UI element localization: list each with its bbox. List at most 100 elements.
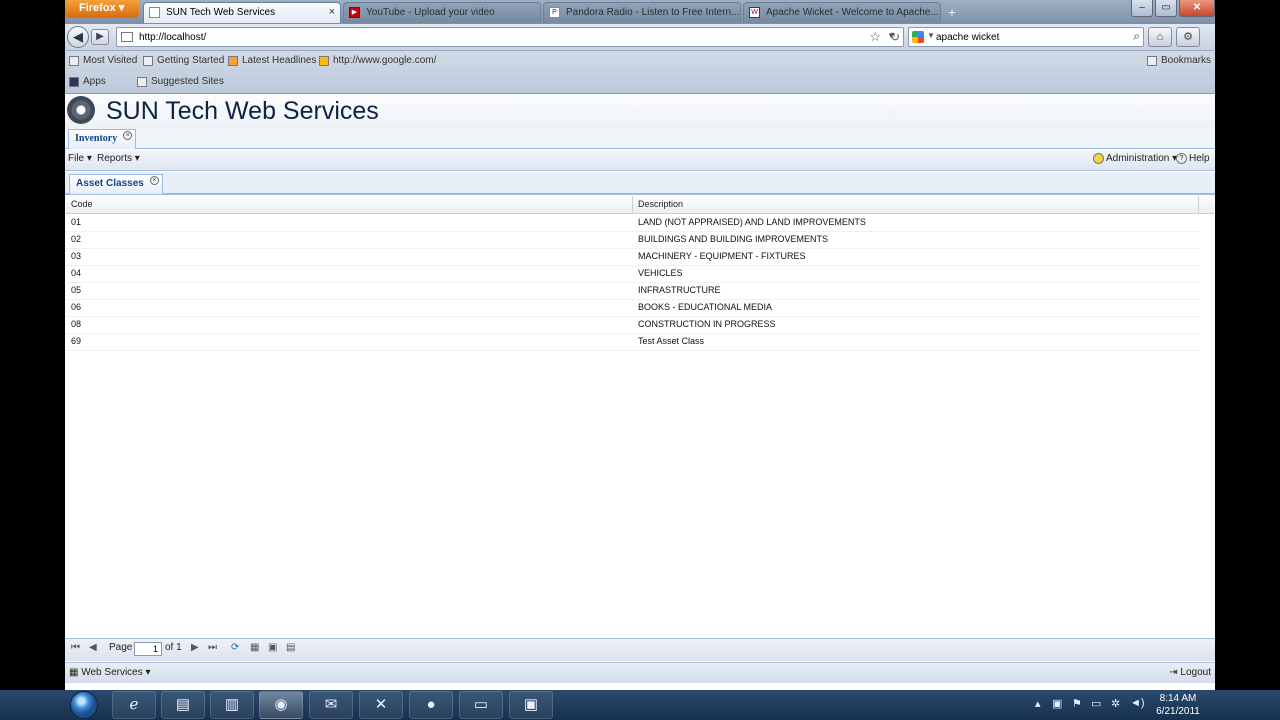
close-window-icon[interactable]: ✕ bbox=[1179, 0, 1215, 17]
column-header-description[interactable]: Description bbox=[633, 196, 1199, 213]
web-services-label: Web Services bbox=[81, 667, 143, 678]
bookmarks-menu[interactable]: Bookmarks bbox=[1146, 55, 1211, 66]
page-count-label: of 1 bbox=[165, 642, 182, 653]
action-center-flag-icon[interactable]: ⚑ bbox=[1072, 697, 1082, 710]
remote-desktop-icon[interactable]: ▣ bbox=[509, 691, 553, 719]
browser-tab-youtube[interactable]: ▶ YouTube - Upload your video bbox=[343, 2, 541, 23]
browser-tab-apache-wicket[interactable]: W Apache Wicket - Welcome to Apache... bbox=[743, 2, 941, 23]
menu-help[interactable]: ? Help bbox=[1176, 153, 1210, 164]
url-bar[interactable]: ☆ ▼ bbox=[116, 27, 904, 47]
bookmark-star-icon[interactable]: ☆ bbox=[869, 29, 881, 45]
page-number-input[interactable] bbox=[134, 642, 162, 656]
table-row[interactable]: 01 LAND (NOT APPRAISED) AND LAND IMPROVEM… bbox=[66, 214, 1199, 232]
bookmark-most-visited[interactable]: Most Visited bbox=[69, 55, 137, 66]
column-header-code[interactable]: Code bbox=[66, 196, 633, 213]
bookmark-icon bbox=[319, 56, 329, 66]
grid-pager: ⏮ ◀ Page of 1 ▶ ⏭ ⟳ ▦ ▣ ▤ bbox=[65, 638, 1215, 661]
delete-record-icon[interactable]: ▤ bbox=[286, 642, 295, 653]
cell-description: LAND (NOT APPRAISED) AND LAND IMPROVEMEN… bbox=[638, 217, 866, 227]
back-forward-group: ◀ ▶ bbox=[67, 26, 111, 48]
tab-asset-classes[interactable]: Asset Classes × bbox=[69, 174, 163, 194]
reload-icon[interactable]: ↻ bbox=[886, 27, 904, 47]
search-input[interactable] bbox=[936, 29, 1116, 45]
bookmark-icon bbox=[137, 77, 147, 87]
browser-tab-pandora[interactable]: P Pandora Radio - Listen to Free Intern.… bbox=[543, 2, 741, 23]
internet-explorer-icon[interactable]: ℯ bbox=[112, 691, 156, 719]
google-icon[interactable] bbox=[912, 31, 924, 43]
network-icon[interactable]: ▭ bbox=[1091, 697, 1101, 710]
forward-arrow-icon[interactable]: ▶ bbox=[91, 29, 109, 45]
bookmark-label: Most Visited bbox=[83, 55, 138, 66]
cell-description: CONSTRUCTION IN PROGRESS bbox=[638, 319, 776, 329]
table-row[interactable]: 06 BOOKS - EDUCATIONAL MEDIA bbox=[66, 299, 1199, 317]
show-hidden-icons-icon[interactable]: ▴ bbox=[1035, 697, 1041, 710]
table-row[interactable]: 04 VEHICLES bbox=[66, 265, 1199, 283]
first-page-icon[interactable]: ⏮ bbox=[71, 642, 80, 653]
last-page-icon[interactable]: ⏭ bbox=[208, 642, 217, 653]
bookmark-suggested-sites[interactable]: Suggested Sites bbox=[137, 76, 224, 87]
close-tab-icon[interactable]: × bbox=[123, 131, 133, 140]
search-engine-dropdown-icon[interactable]: ▼ bbox=[927, 31, 935, 40]
bookmark-label: http://www.google.com/ bbox=[333, 55, 437, 66]
table-row[interactable]: 69 Test Asset Class bbox=[66, 333, 1199, 351]
notepad-icon[interactable]: ▥ bbox=[210, 691, 254, 719]
menu-label: Administration bbox=[1106, 153, 1170, 165]
app-statusbar: ▦ Web Services ▾ ⇥ Logout bbox=[65, 662, 1215, 683]
search-bar[interactable]: ▼ ⌕ bbox=[908, 27, 1144, 47]
file-explorer-icon[interactable]: ▤ bbox=[161, 691, 205, 719]
close-tab-icon[interactable]: × bbox=[329, 3, 335, 22]
addon-icon[interactable]: ⚙ bbox=[1176, 27, 1200, 47]
home-icon[interactable]: ⌂ bbox=[1148, 27, 1172, 47]
menu-administration[interactable]: Administration ▾ bbox=[1093, 153, 1177, 164]
maximize-icon[interactable]: ▭ bbox=[1155, 0, 1177, 17]
media-player-icon[interactable]: ● bbox=[409, 691, 453, 719]
menu-reports[interactable]: Reports ▾ bbox=[97, 153, 140, 164]
next-page-icon[interactable]: ▶ bbox=[191, 642, 199, 653]
command-prompt-icon[interactable]: ▭ bbox=[459, 691, 503, 719]
table-row[interactable]: 05 INFRASTRUCTURE bbox=[66, 282, 1199, 300]
volume-icon[interactable]: ◄) bbox=[1130, 697, 1145, 709]
window-controls: – ▭ ✕ bbox=[1129, 0, 1215, 18]
table-row[interactable]: 08 CONSTRUCTION IN PROGRESS bbox=[66, 316, 1199, 334]
menu-label: Reports bbox=[97, 153, 133, 164]
browser-tab-label: SUN Tech Web Services bbox=[166, 7, 276, 18]
close-tab-icon[interactable]: × bbox=[149, 176, 159, 185]
rss-icon bbox=[228, 56, 238, 66]
menu-file[interactable]: File ▾ bbox=[68, 153, 92, 164]
system-clock[interactable]: 8:14 AM 6/21/2011 bbox=[1150, 692, 1206, 718]
clock-date: 6/21/2011 bbox=[1156, 706, 1200, 717]
bookmark-label: Getting Started bbox=[157, 55, 225, 66]
outlook-icon[interactable]: ✉ bbox=[309, 691, 353, 719]
tray-app-icon[interactable]: ▣ bbox=[1052, 697, 1062, 710]
pandora-icon: P bbox=[549, 7, 560, 18]
firefox-taskbar-icon[interactable]: ◉ bbox=[259, 691, 303, 719]
excel-icon[interactable]: ✕ bbox=[359, 691, 403, 719]
firefox-menu-button[interactable]: Firefox ▾ bbox=[65, 0, 139, 18]
search-icon[interactable]: ⌕ bbox=[1133, 29, 1140, 44]
start-button-icon[interactable] bbox=[70, 691, 98, 719]
bookmark-google[interactable]: http://www.google.com/ bbox=[319, 55, 436, 66]
cell-description: INFRASTRUCTURE bbox=[638, 285, 721, 295]
bookmark-label: Apps bbox=[83, 76, 106, 87]
bookmark-getting-started[interactable]: Getting Started bbox=[143, 55, 224, 66]
tab-inventory[interactable]: Inventory × bbox=[68, 129, 137, 149]
logout-button[interactable]: ⇥ Logout bbox=[1169, 667, 1211, 678]
bookmark-latest-headlines[interactable]: Latest Headlines bbox=[228, 55, 317, 66]
add-record-icon[interactable]: ▦ bbox=[250, 642, 259, 653]
url-input[interactable] bbox=[139, 29, 839, 45]
back-arrow-icon[interactable]: ◀ bbox=[67, 26, 89, 48]
wireless-icon[interactable]: ✲ bbox=[1111, 697, 1120, 710]
browser-tab-sun-tech[interactable]: SUN Tech Web Services × bbox=[143, 2, 341, 23]
minimize-icon[interactable]: – bbox=[1131, 0, 1153, 17]
bookmark-apps[interactable]: Apps bbox=[69, 76, 106, 87]
edit-record-icon[interactable]: ▣ bbox=[268, 642, 277, 653]
new-tab-button[interactable]: + bbox=[943, 4, 961, 22]
table-row[interactable]: 02 BUILDINGS AND BUILDING IMPROVEMENTS bbox=[66, 231, 1199, 249]
web-services-menu[interactable]: ▦ Web Services ▾ bbox=[69, 667, 151, 678]
refresh-icon[interactable]: ⟳ bbox=[231, 642, 239, 653]
cell-description: VEHICLES bbox=[638, 268, 683, 278]
cell-code: 69 bbox=[71, 336, 82, 346]
table-row[interactable]: 03 MACHINERY - EQUIPMENT - FIXTURES bbox=[66, 248, 1199, 266]
cell-code: 08 bbox=[71, 319, 82, 329]
prev-page-icon[interactable]: ◀ bbox=[89, 642, 97, 653]
